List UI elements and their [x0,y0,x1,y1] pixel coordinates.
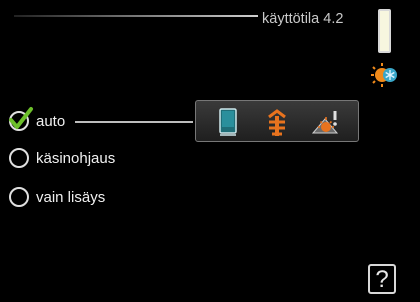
option-kasinohjaus[interactable]: käsinohjaus [9,146,115,170]
option-auto[interactable]: auto [9,107,66,133]
additional-heat-icon [268,109,286,136]
help-button[interactable]: ? [368,264,396,294]
option-label: auto [36,112,66,130]
selection-connector [75,121,193,123]
page-title: käyttötila 4.2 [262,11,344,27]
title-divider [14,15,258,17]
radio-selected[interactable] [9,107,33,131]
menu-scroll-indicator[interactable] [378,9,391,53]
option-label: vain lisäys [36,188,106,206]
radio-button[interactable] [9,148,29,168]
sun-snowflake-icon [371,63,397,87]
option-label: käsinohjaus [36,149,116,167]
radio-button[interactable] [9,187,29,207]
heating-icon [311,111,339,134]
checkmark-icon [9,107,33,129]
heat-pump-icon [219,108,237,136]
option-vain-lisays[interactable]: vain lisäys [9,185,105,209]
mode-icons-panel [195,100,359,142]
